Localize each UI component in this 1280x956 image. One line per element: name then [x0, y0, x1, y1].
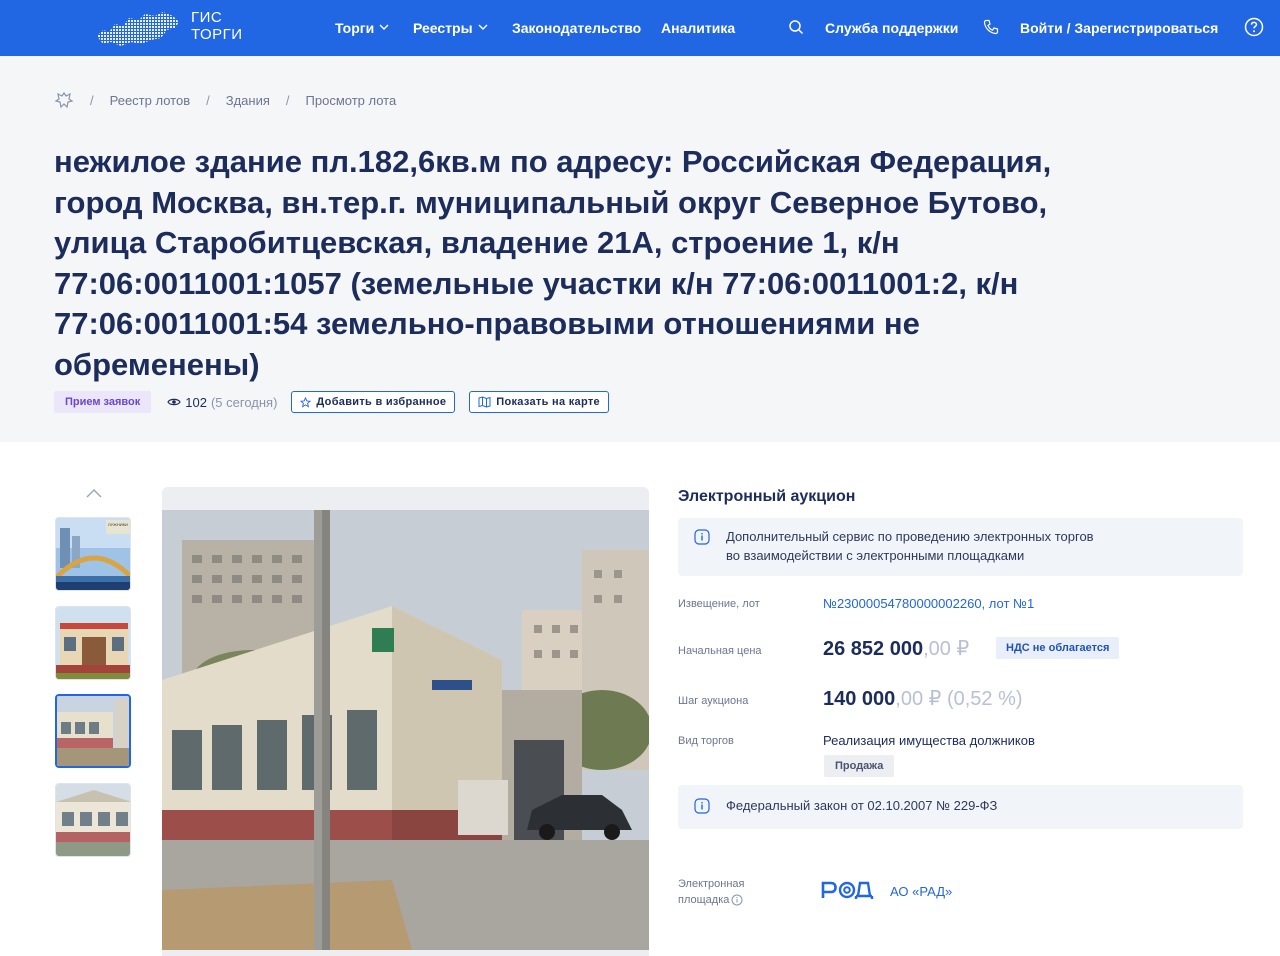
chevron-up-icon[interactable] — [84, 486, 104, 500]
start-price-main: 26 852 000 — [823, 638, 924, 660]
support-label: Служба поддержки — [825, 20, 959, 36]
add-to-favorites-button[interactable]: Добавить в избранное — [291, 391, 456, 413]
main-photo-frame — [162, 487, 649, 956]
map-label: Показать на карте — [496, 396, 600, 408]
show-on-map-button[interactable]: Показать на карте — [469, 391, 609, 413]
top-navigation-bar: ГИС ТОРГИ Торги Реестры Законодательство… — [0, 0, 1280, 56]
auction-type-title: Электронный аукцион — [678, 488, 856, 505]
page-title: нежилое здание пл.182,6кв.м по адресу: Р… — [54, 144, 1052, 382]
login-register-link[interactable]: Войти / Зарегистрироваться — [1020, 0, 1218, 56]
views-count: 102 — [185, 394, 207, 410]
views-counter: 102 (5 сегодня) — [167, 395, 277, 410]
nav-analitika-label: Аналитика — [661, 20, 736, 36]
nav-zakonodatelstvo[interactable]: Законодательство — [512, 0, 641, 56]
logo-text: ГИС ТОРГИ — [191, 9, 243, 43]
auction-step-label: Шаг аукциона — [678, 695, 749, 707]
status-badge: Прием заявок — [54, 391, 152, 413]
favorite-label: Добавить в избранное — [316, 396, 447, 408]
platform-name-link[interactable]: АО «РАД» — [890, 884, 952, 899]
login-label: Войти / Зарегистрироваться — [1020, 20, 1219, 36]
search-icon[interactable] — [785, 16, 807, 38]
rad-logo-icon[interactable] — [820, 878, 874, 902]
chevron-down-icon — [379, 22, 389, 33]
nav-zakonodatelstvo-label: Законодательство — [512, 20, 642, 36]
gallery-thumbnail-2[interactable] — [55, 606, 131, 680]
start-price-value: 26 852 000,00 ₽ — [823, 636, 969, 661]
gallery-thumbnail-3[interactable] — [55, 694, 131, 768]
vat-badge: НДС не облагается — [996, 637, 1120, 659]
trade-type-label: Вид торгов — [678, 735, 734, 747]
map-icon — [478, 396, 491, 408]
help-icon[interactable] — [1243, 16, 1265, 38]
star-icon — [300, 396, 312, 408]
sale-type-badge: Продажа — [824, 755, 895, 777]
main-photo[interactable] — [162, 510, 649, 950]
start-price-tail: ,00 ₽ — [923, 638, 970, 660]
notice-link[interactable]: №23000054780000002260, лот №1 — [823, 596, 1034, 611]
lot-meta-row: Прием заявок 102 (5 сегодня) Добавить в … — [54, 390, 609, 414]
nav-torgi-label: Торги — [335, 20, 375, 36]
gallery-thumbnail-4[interactable] — [55, 783, 131, 857]
info-icon — [694, 798, 710, 814]
service-info-box: Дополнительный сервис по проведению элек… — [678, 518, 1243, 576]
info-icon[interactable] — [731, 894, 743, 906]
breadcrumb: / Реестр лотов / Здания / Просмотр лота — [54, 90, 396, 110]
platform-label-line-2: площадка — [678, 894, 730, 906]
phone-icon[interactable] — [980, 16, 1002, 38]
nav-torgi[interactable]: Торги — [335, 0, 389, 56]
law-info-text: Федеральный закон от 02.10.2007 № 229-ФЗ — [726, 798, 998, 813]
breadcrumb-item-current: Просмотр лота — [305, 92, 397, 108]
views-today: (5 сегодня) — [210, 394, 278, 410]
gis-torgi-logo[interactable]: ГИС ТОРГИ — [95, 6, 245, 48]
info-icon — [694, 529, 710, 545]
auction-step-value: 140 000,00 ₽ (0,52 %) — [823, 686, 1023, 711]
breadcrumb-item-registry[interactable]: Реестр лотов — [110, 93, 190, 108]
nav-analitika[interactable]: Аналитика — [661, 0, 735, 56]
platform-label-line-1: Электронная — [678, 878, 745, 890]
gallery-thumbnail-1[interactable]: ЛУЖНИКИ — [55, 517, 131, 591]
law-info-box: Федеральный закон от 02.10.2007 № 229-ФЗ — [678, 785, 1243, 829]
logo-line-2: ТОРГИ — [191, 26, 243, 43]
logo-line-1: ГИС — [191, 9, 223, 26]
breadcrumb-separator: / — [206, 92, 210, 108]
nav-reestry-label: Реестры — [413, 20, 473, 36]
nav-reestry[interactable]: Реестры — [413, 0, 488, 56]
trade-type-value: Реализация имущества должников — [823, 733, 1035, 748]
auction-step-tail: ,00 ₽ (0,52 %) — [895, 688, 1023, 710]
emblem-icon[interactable] — [54, 91, 74, 109]
platform-label: Электронная площадка — [678, 876, 745, 908]
breadcrumb-separator: / — [90, 92, 94, 108]
service-info-text: Дополнительный сервис по проведению элек… — [726, 529, 1094, 563]
support-link[interactable]: Служба поддержки — [825, 0, 958, 56]
breadcrumb-item-buildings[interactable]: Здания — [226, 93, 270, 108]
notice-label: Извещение, лот — [678, 598, 760, 610]
start-price-label: Начальная цена — [678, 645, 762, 657]
thumb-caption: ЛУЖНИКИ — [108, 522, 128, 527]
chevron-down-icon — [478, 22, 488, 33]
auction-step-main: 140 000 — [823, 688, 896, 710]
breadcrumb-separator: / — [285, 92, 290, 108]
eye-icon — [167, 397, 181, 407]
russia-map-logo-icon — [97, 12, 179, 46]
